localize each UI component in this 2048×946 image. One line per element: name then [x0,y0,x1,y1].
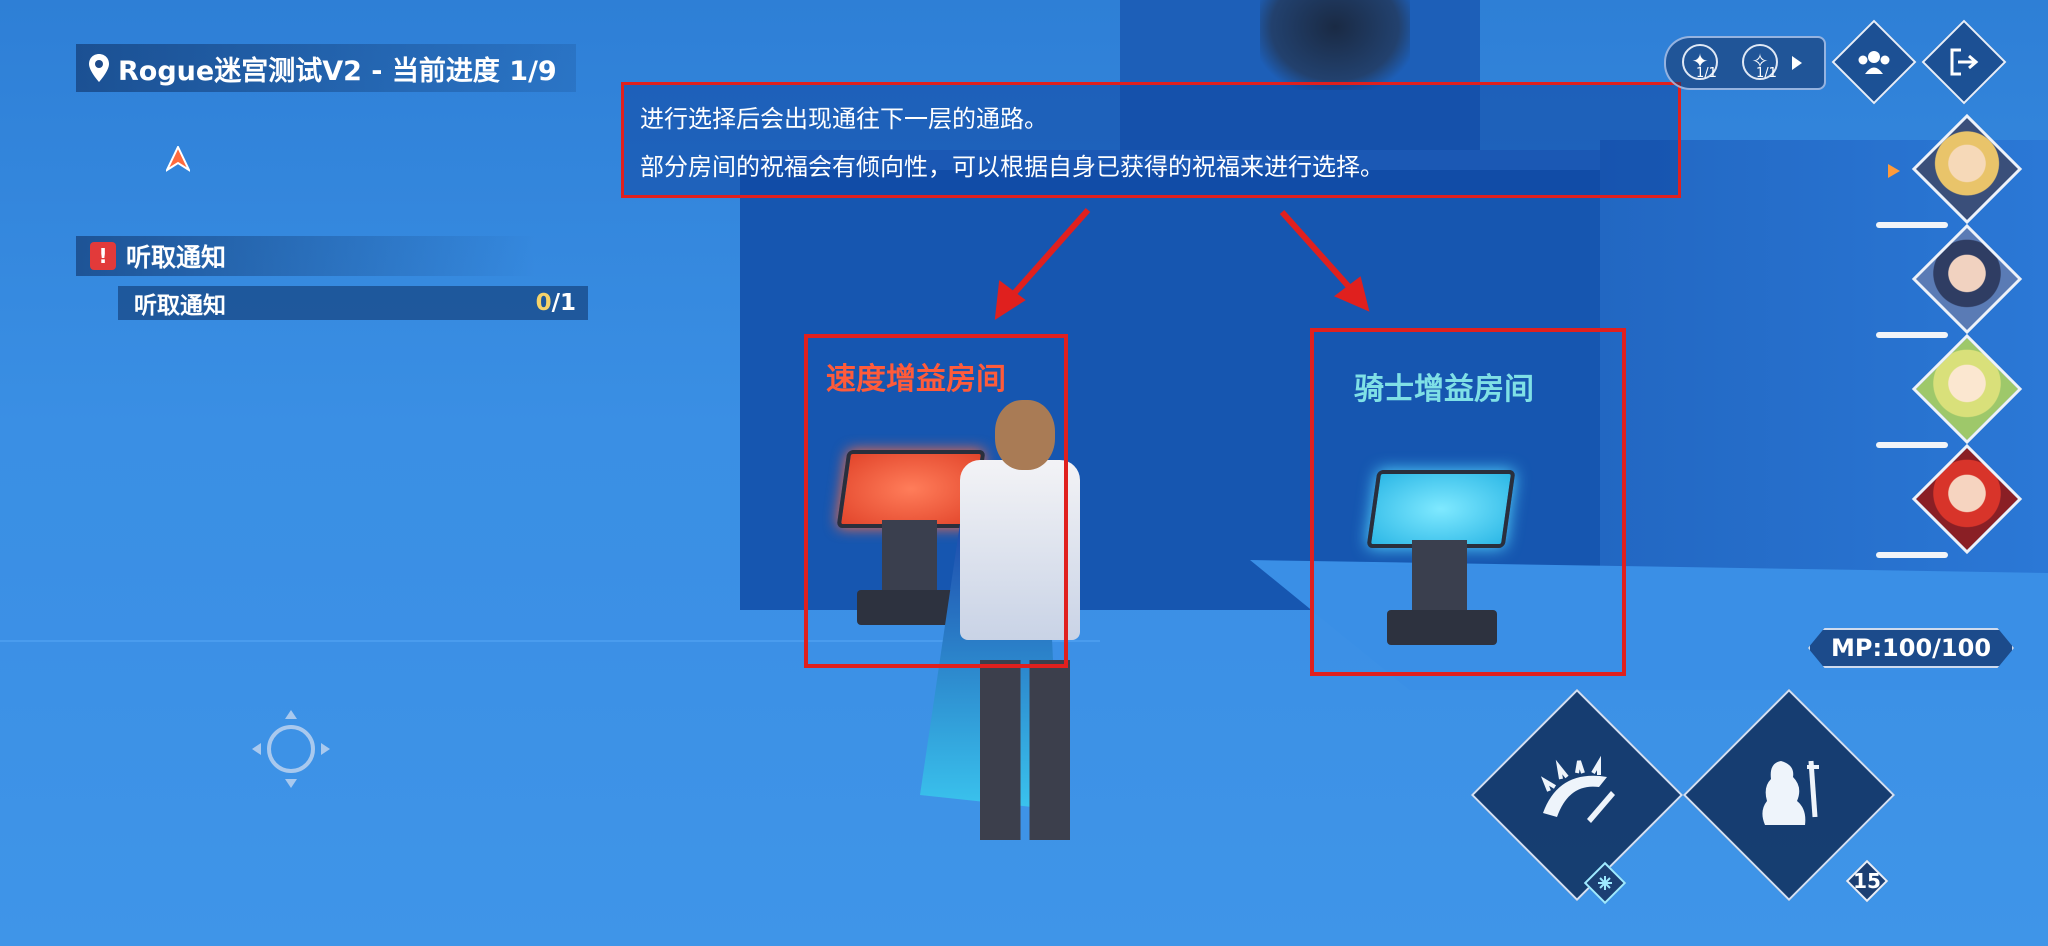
mp-text: MP:100/100 [1830,634,1992,662]
mp-display: MP:100/100 [1808,628,2014,668]
task-objective-progress: 0/1 [535,290,576,316]
hp-bar-2 [1876,332,1948,338]
character-portrait-4 [1911,443,2023,555]
party-slot-2[interactable] [1876,223,2023,338]
active-character-marker [1888,164,1900,178]
party-slot-3[interactable] [1876,333,2023,448]
stat-1: ✦ 1/1 [1674,40,1726,86]
stat-1-count: 1/1 [1696,66,1717,81]
exit-icon [1950,48,1979,76]
move-joystick-icon[interactable] [248,706,334,792]
tutorial-line-2: 部分房间的祝福会有倾向性，可以根据自身已获得的祝福来进行选择。 [640,153,1384,181]
party-icon [1858,51,1890,74]
tutorial-tip-box: 进行选择后会出现通往下一层的通路。 部分房间的祝福会有倾向性，可以根据自身已获得… [621,82,1681,198]
knight-room-label: 骑士增益房间 [1354,372,1534,407]
party-slot-1[interactable] [1876,113,2023,228]
character-portrait-2 [1911,223,2023,335]
hp-bar-4 [1876,552,1948,558]
hp-bar-1 [1876,222,1948,228]
quest-header[interactable]: Rogue迷宫测试V2 - 当前进度 1/9 [76,44,576,92]
stat-2: ✧ 1/1 [1734,40,1786,86]
task-title: 听取通知 [126,243,227,272]
task-objective[interactable]: 听取通知 0/1 [118,286,588,320]
navigation-arrow-icon [166,146,190,172]
alert-icon: ! [90,242,116,270]
task-header[interactable]: ! 听取通知 [76,236,536,276]
status-pill[interactable]: ✦ 1/1 ✧ 1/1 [1664,36,1826,90]
speed-room-label: 速度增益房间 [826,362,1006,397]
skill-point-count: 15 [1853,869,1881,893]
party-slot-4[interactable] [1876,443,2023,558]
tutorial-line-1: 进行选择后会出现通往下一层的通路。 [640,105,1048,133]
character-portrait-3 [1911,333,2023,445]
stat-2-count: 1/1 [1756,66,1777,81]
character-portrait-1 [1911,113,2023,225]
quest-title: Rogue迷宫测试V2 - 当前进度 1/9 [118,55,557,87]
slash-attack-icon [1540,755,1615,823]
task-objective-label: 听取通知 [134,293,226,319]
expand-arrow-icon[interactable] [1792,56,1802,70]
background-cloud [1260,0,1410,90]
location-pin-icon [89,54,109,82]
snowflake-icon [1598,876,1612,890]
knight-skill-icon [1762,760,1819,825]
hp-bar-3 [1876,442,1948,448]
